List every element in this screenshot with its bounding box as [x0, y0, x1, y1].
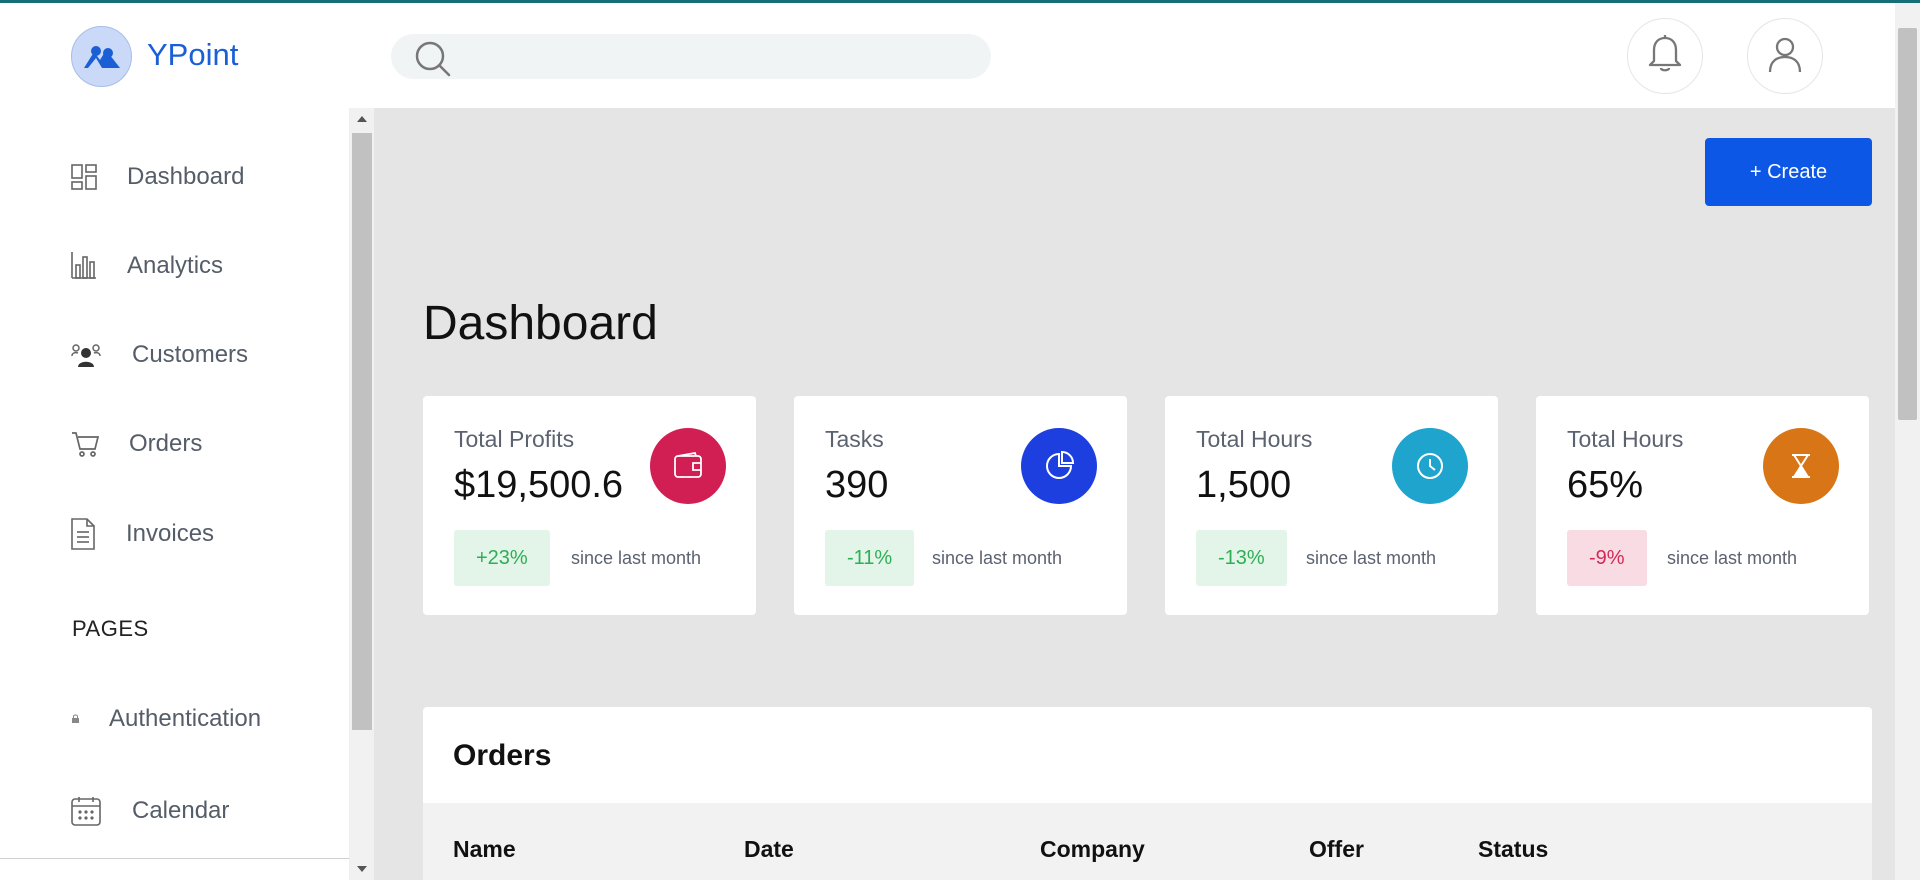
sidebar-item-customers[interactable]: Customers [0, 330, 349, 380]
pie-chart-icon [1021, 428, 1097, 504]
page-scrollbar[interactable] [1895, 3, 1920, 880]
orders-title: Orders [453, 739, 552, 772]
change-note: since last month [932, 548, 1063, 568]
sidebar-item-authentication[interactable]: Authentication [0, 694, 349, 744]
sidebar-item-label: Dashboard [127, 163, 245, 190]
stat-label: Total Hours [1567, 426, 1684, 452]
sidebar-item-calendar[interactable]: Calendar [0, 786, 349, 836]
column-header-status[interactable]: Status [1478, 836, 1548, 863]
stat-value: 1,500 [1196, 464, 1292, 506]
stat-card-total-hours: Total Hours 1,500 -13% since last month [1165, 396, 1498, 615]
calendar-icon [71, 796, 101, 826]
stat-value: 390 [825, 464, 889, 506]
cart-icon [71, 430, 99, 458]
stat-card-total-profits: Total Profits $19,500.6 +23% since last … [423, 396, 756, 615]
app-name[interactable]: YPoint [147, 37, 238, 73]
sidebar-item-label: Invoices [126, 520, 215, 547]
search-input[interactable] [391, 34, 991, 79]
section-title-pages: PAGES [72, 616, 149, 641]
sidebar-item-orders[interactable]: Orders [0, 419, 349, 469]
sidebar-item-dashboard[interactable]: Dashboard [0, 152, 349, 202]
dashboard-icon [71, 164, 97, 190]
sidebar-item-label: Orders [129, 430, 203, 457]
create-button[interactable]: + Create [1705, 138, 1872, 206]
bell-icon [1647, 34, 1683, 79]
sidebar-item-label: Authentication [109, 705, 262, 732]
stat-card-total-hours-percent: Total Hours 65% -9% since last month [1536, 396, 1869, 615]
stat-value: $19,500.6 [454, 464, 624, 506]
document-icon [71, 518, 95, 550]
change-note: since last month [571, 548, 702, 568]
table-header-row: Name Date Company Offer Status [423, 803, 1872, 880]
column-header-company[interactable]: Company [1040, 836, 1145, 863]
bar-chart-icon [71, 251, 97, 279]
sidebar-item-label: Customers [132, 341, 249, 368]
sidebar-divider [0, 858, 349, 859]
column-header-offer[interactable]: Offer [1309, 836, 1364, 863]
logo-icon[interactable] [71, 26, 132, 87]
sidebar-item-invoices[interactable]: Invoices [0, 509, 349, 559]
header: YPoint [0, 3, 1895, 108]
scroll-up-arrow-icon[interactable] [357, 116, 367, 122]
change-badge: -9% [1567, 530, 1647, 586]
orders-table: Orders Name Date Company Offer Status [423, 707, 1872, 880]
column-header-name[interactable]: Name [453, 836, 516, 863]
change-badge: -13% [1196, 530, 1287, 586]
clock-icon [1392, 428, 1468, 504]
sidebar-scrollbar-thumb[interactable] [352, 133, 372, 730]
change-badge: +23% [454, 530, 550, 586]
scroll-down-arrow-icon[interactable] [357, 866, 367, 872]
stat-value: 65% [1567, 464, 1644, 506]
hourglass-icon [1763, 428, 1839, 504]
column-header-date[interactable]: Date [744, 836, 794, 863]
users-icon [71, 342, 101, 368]
page-scrollbar-thumb[interactable] [1898, 28, 1917, 420]
change-badge: -11% [825, 530, 915, 586]
stat-label: Total Profits [454, 426, 575, 452]
sidebar: Dashboard Analytics Customers Orders Inv… [0, 108, 350, 880]
wallet-icon [650, 428, 726, 504]
notifications-button[interactable] [1627, 18, 1703, 94]
search-icon [413, 39, 453, 84]
user-profile-button[interactable] [1747, 18, 1823, 94]
stat-label: Total Hours [1196, 426, 1313, 452]
lock-icon [71, 714, 80, 724]
sidebar-item-analytics[interactable]: Analytics [0, 241, 349, 291]
sidebar-item-label: Calendar [132, 797, 230, 824]
page-title: Dashboard [423, 297, 658, 350]
sidebar-scrollbar[interactable] [350, 108, 374, 880]
sidebar-item-label: Analytics [127, 252, 224, 279]
main-content: + Create Dashboard Total Profits $19,500… [374, 108, 1895, 880]
change-note: since last month [1306, 548, 1437, 568]
stat-card-tasks: Tasks 390 -11% since last month [794, 396, 1127, 615]
user-icon [1767, 34, 1803, 79]
change-note: since last month [1667, 548, 1798, 568]
stat-label: Tasks [825, 426, 884, 452]
